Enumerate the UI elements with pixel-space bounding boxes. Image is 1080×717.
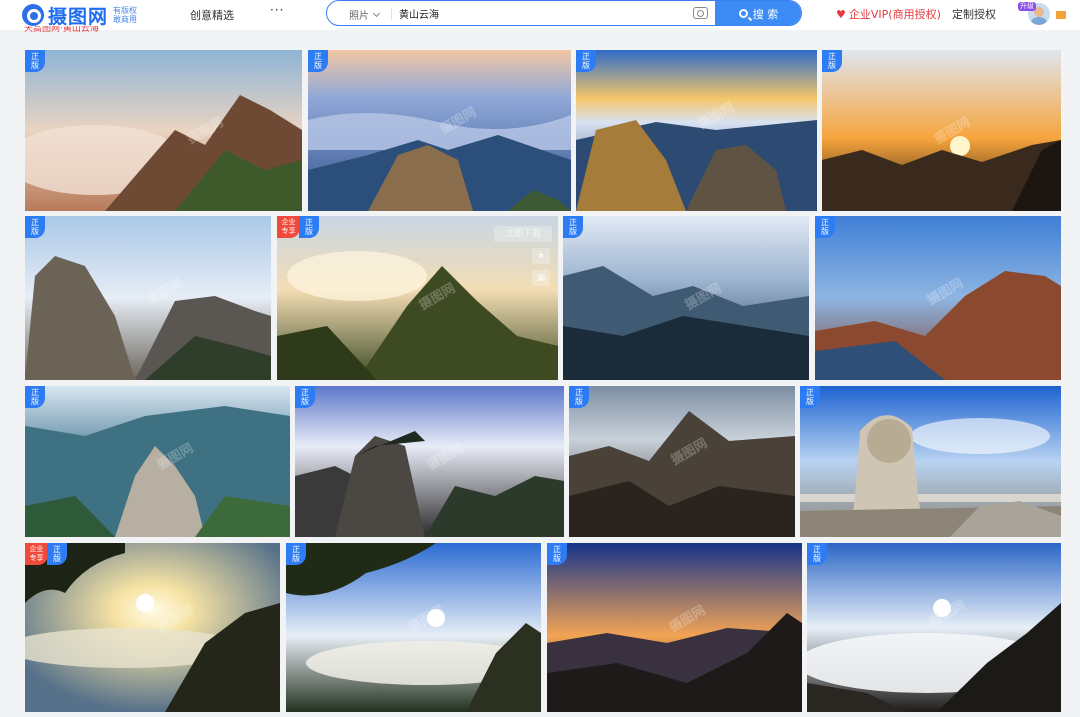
photo-tile[interactable]: 正版 摄图网	[25, 386, 290, 537]
genuine-badge: 正版	[47, 543, 67, 565]
genuine-badge: 正版	[286, 543, 306, 565]
photo-image	[308, 50, 571, 211]
search-divider	[391, 8, 392, 20]
enterprise-badge: 企业 专享	[277, 216, 300, 238]
photo-tile[interactable]: 正版 摄图网	[822, 50, 1061, 211]
search-bar: 照片 搜 索	[326, 0, 802, 26]
genuine-badge: 正版	[25, 386, 45, 408]
enterprise-badge: 企业 专享	[25, 543, 48, 565]
genuine-badge: 正版	[576, 50, 596, 72]
camera-logo-icon	[22, 4, 44, 26]
photo-tile-hovered[interactable]: 企业 专享 正版 立即下载 ★ ▦ 摄图网	[277, 216, 558, 380]
photo-tile[interactable]: 正版 摄图网	[815, 216, 1061, 380]
photo-image	[576, 50, 817, 211]
search-button[interactable]: 搜 索	[715, 1, 801, 25]
photo-tile[interactable]: 正版 摄图网	[308, 50, 571, 211]
genuine-badge: 正版	[822, 50, 842, 72]
download-button[interactable]: 立即下载	[494, 226, 552, 242]
search-type-select[interactable]: 照片	[349, 7, 369, 22]
nav-more-button[interactable]: ···	[270, 3, 284, 17]
mail-icon[interactable]	[1056, 11, 1066, 19]
chevron-down-icon[interactable]	[372, 9, 381, 18]
genuine-badge: 正版	[25, 216, 45, 238]
genuine-badge: 正版	[807, 543, 827, 565]
photo-tile[interactable]: 企业 专享 正版 摄图网	[25, 543, 280, 712]
photo-tile[interactable]: 正版 摄图网	[25, 216, 271, 380]
genuine-badge: 正版	[815, 216, 835, 238]
photo-tile[interactable]: 正版 摄图网	[576, 50, 817, 211]
photo-tile[interactable]: 正版 摄图网	[547, 543, 802, 712]
genuine-badge: 正版	[563, 216, 583, 238]
camera-icon[interactable]	[693, 7, 708, 19]
logo-text: 摄图网	[48, 5, 109, 28]
photo-tile[interactable]: 正版 摄图网	[569, 386, 795, 537]
genuine-badge: 正版	[569, 386, 589, 408]
enterprise-vip-link[interactable]: ♥ 企业VIP(商用授权)	[836, 6, 941, 22]
photo-image	[25, 543, 280, 712]
genuine-badge: 正版	[295, 386, 315, 408]
logo-slogan-line2: 敢商用	[113, 15, 138, 24]
top-navigation-bar: 摄图网 有版权 敢商用 创意精选 ··· 照片 搜 索 ♥ 企业VIP(商用授权…	[0, 0, 1080, 30]
logo-slogan-line1: 有版权	[113, 6, 138, 15]
photo-tile[interactable]: 正版 摄图网	[25, 50, 302, 211]
heart-icon: ♥	[836, 7, 846, 21]
photo-tile[interactable]: 正版 摄图网	[286, 543, 541, 712]
genuine-badge: 正版	[547, 543, 567, 565]
site-logo[interactable]: 摄图网 有版权 敢商用	[22, 2, 137, 28]
similar-icon[interactable]: ▦	[532, 270, 550, 286]
photo-tile[interactable]: 正版	[800, 386, 1061, 537]
search-input[interactable]	[399, 5, 679, 22]
search-icon	[738, 9, 748, 18]
photo-image	[25, 50, 302, 211]
genuine-badge: 正版	[800, 386, 820, 408]
genuine-badge: 正版	[299, 216, 319, 238]
custom-license-link[interactable]: 定制授权	[952, 6, 996, 22]
genuine-badge: 正版	[308, 50, 328, 72]
photo-tile[interactable]: 正版 摄图网	[295, 386, 564, 537]
genuine-badge: 正版	[25, 50, 45, 72]
upgrade-badge[interactable]: 升级	[1018, 2, 1036, 11]
logo-slogan: 有版权 敢商用	[113, 6, 137, 24]
photo-tile[interactable]: 正版 摄图网	[563, 216, 809, 380]
nav-featured-link[interactable]: 创意精选	[190, 7, 234, 23]
vip-label: 企业VIP(商用授权)	[848, 8, 941, 21]
photo-tile[interactable]: 正版 摄图网	[807, 543, 1061, 712]
photo-image	[800, 386, 1061, 537]
breadcrumb[interactable]: 天高图网·黄山云海	[24, 26, 99, 34]
search-button-label: 搜 索	[752, 7, 779, 21]
star-icon[interactable]: ★	[532, 248, 550, 264]
